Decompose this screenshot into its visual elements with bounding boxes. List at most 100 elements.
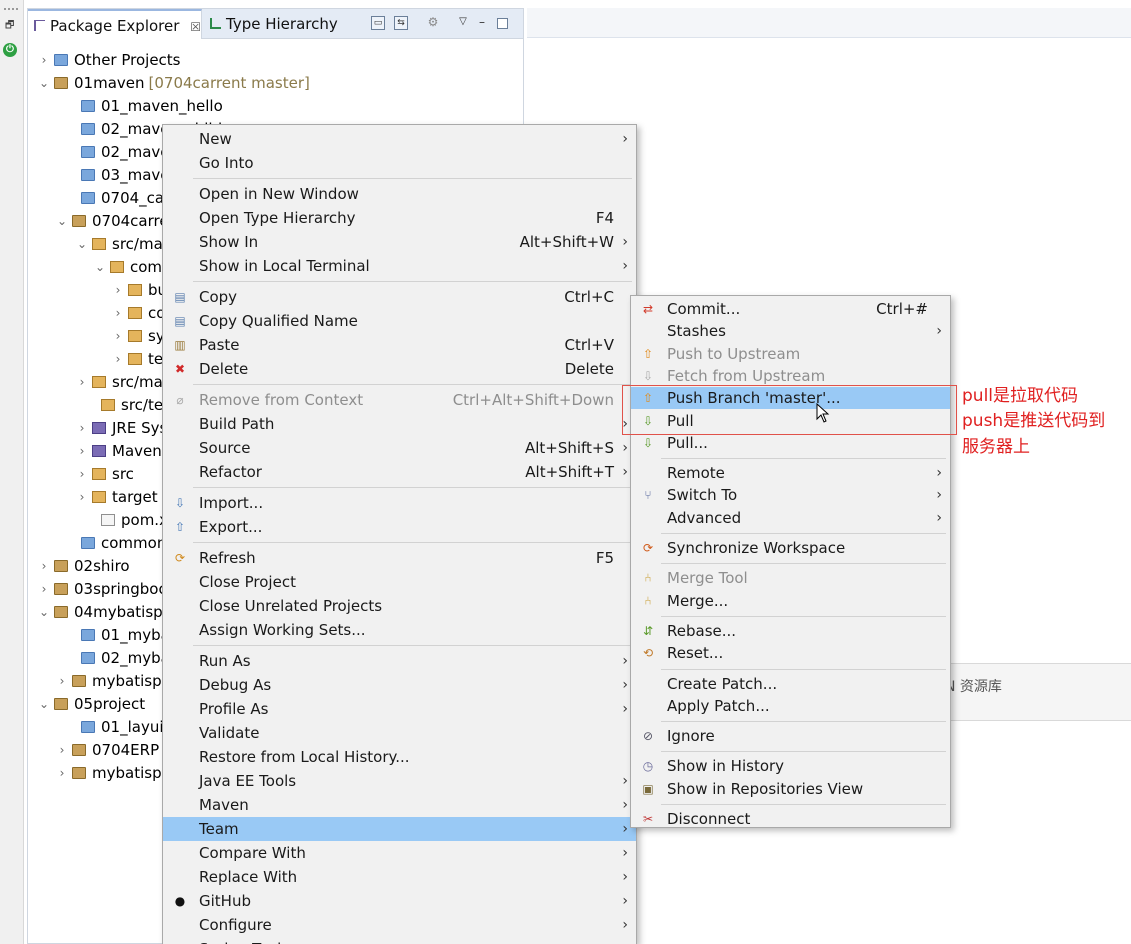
file-icon — [101, 514, 115, 526]
team-item-switch-to[interactable]: ⑂ Switch To › — [631, 484, 950, 506]
menu-item-validate[interactable]: Validate — [163, 721, 636, 745]
menu-item-refresh[interactable]: ⟳ Refresh F5 — [163, 546, 636, 570]
menu-item-profile-as[interactable]: Profile As › — [163, 697, 636, 721]
expand-twisty-icon[interactable]: › — [56, 762, 68, 784]
menu-item-assign-working-sets[interactable]: Assign Working Sets... — [163, 618, 636, 642]
menu-item-label: Spring Tools — [199, 937, 289, 944]
package-explorer-icon — [34, 20, 45, 31]
team-item-synchronize-workspace[interactable]: ⟳ Synchronize Workspace — [631, 537, 950, 559]
team-item-merge-tool[interactable]: ⑃ Merge Tool — [631, 567, 950, 589]
menu-item-source[interactable]: Source Alt+Shift+S › — [163, 436, 636, 460]
tab-type-hierarchy[interactable]: Type Hierarchy — [204, 9, 364, 39]
expand-twisty-icon[interactable]: › — [76, 440, 88, 462]
menu-item-java-ee-tools[interactable]: Java EE Tools › — [163, 769, 636, 793]
team-item-show-in-history[interactable]: ◷ Show in History — [631, 755, 950, 777]
expand-twisty-icon[interactable]: › — [56, 739, 68, 761]
expand-twisty-icon[interactable]: › — [112, 279, 124, 301]
team-item-disconnect[interactable]: ✂ Disconnect — [631, 808, 950, 830]
team-item-show-in-repositories-view[interactable]: ▣ Show in Repositories View — [631, 778, 950, 800]
team-item-rebase[interactable]: ⇵ Rebase... — [631, 620, 950, 642]
expand-twisty-icon[interactable]: ⌄ — [94, 256, 106, 278]
tab-package-explorer[interactable]: Package Explorer ☒ — [28, 9, 202, 39]
menu-item-paste[interactable]: ▥ Paste Ctrl+V — [163, 333, 636, 357]
expand-twisty-icon[interactable]: › — [38, 578, 50, 600]
team-item-create-patch[interactable]: Create Patch... — [631, 673, 950, 695]
maximize-icon[interactable] — [497, 18, 508, 29]
team-item-pull[interactable]: ⇩ Pull... — [631, 432, 950, 454]
menu-item-show-in-local-terminal[interactable]: Show in Local Terminal › — [163, 254, 636, 278]
minimize-icon[interactable]: – — [475, 16, 489, 30]
menu-item-open-type-hierarchy[interactable]: Open Type Hierarchy F4 — [163, 206, 636, 230]
team-item-reset[interactable]: ⟲ Reset... — [631, 642, 950, 664]
menu-item-go-into[interactable]: Go Into — [163, 151, 636, 175]
menu-item-github[interactable]: ● GitHub › — [163, 889, 636, 913]
expand-twisty-icon[interactable]: › — [38, 555, 50, 577]
menu-item-compare-with[interactable]: Compare With › — [163, 841, 636, 865]
expand-twisty-icon[interactable]: › — [56, 670, 68, 692]
svn-repository-tab[interactable]: N 资源库 — [945, 676, 1002, 696]
collapse-all-icon[interactable]: ▭ — [371, 16, 385, 30]
merge-icon: ⑃ — [644, 593, 652, 608]
menu-item-team[interactable]: Team › — [163, 817, 636, 841]
expand-twisty-icon[interactable]: ⌄ — [38, 693, 50, 715]
menu-item-close-unrelated-projects[interactable]: Close Unrelated Projects — [163, 594, 636, 618]
menu-item-close-project[interactable]: Close Project — [163, 570, 636, 594]
menu-item-replace-with[interactable]: Replace With › — [163, 865, 636, 889]
expand-twisty-icon[interactable]: › — [112, 348, 124, 370]
team-item-merge[interactable]: ⑃ Merge... — [631, 590, 950, 612]
menu-item-new[interactable]: New › — [163, 127, 636, 151]
menu-item-debug-as[interactable]: Debug As › — [163, 673, 636, 697]
team-item-commit[interactable]: ⇄ Commit... Ctrl+# — [631, 298, 950, 320]
menu-item-copy-qualified-name[interactable]: ▤ Copy Qualified Name — [163, 309, 636, 333]
team-item-stashes[interactable]: Stashes › — [631, 320, 950, 342]
menu-item-remove-from-context[interactable]: ⌀ Remove from Context Ctrl+Alt+Shift+Down — [163, 388, 636, 412]
team-item-advanced[interactable]: Advanced › — [631, 507, 950, 529]
expand-twisty-icon[interactable]: › — [76, 371, 88, 393]
team-item-push-to-upstream[interactable]: ⇧ Push to Upstream — [631, 343, 950, 365]
expand-twisty-icon[interactable]: › — [76, 417, 88, 439]
expand-twisty-icon[interactable]: ⌄ — [38, 72, 50, 94]
view-menu-icon[interactable]: ▽ — [456, 16, 470, 30]
expand-twisty-icon[interactable]: › — [76, 463, 88, 485]
menu-item-maven[interactable]: Maven › — [163, 793, 636, 817]
menu-item-open-in-new-window[interactable]: Open in New Window — [163, 182, 636, 206]
ignore-icon: ⊘ — [642, 729, 654, 744]
expand-twisty-icon[interactable]: ⌄ — [38, 601, 50, 623]
team-item-ignore[interactable]: ⊘ Ignore — [631, 725, 950, 747]
menu-item-spring-tools[interactable]: Spring Tools › — [163, 937, 636, 944]
menu-item-copy[interactable]: ▤ Copy Ctrl+C — [163, 285, 636, 309]
expand-twisty-icon[interactable]: › — [112, 325, 124, 347]
menu-item-show-in[interactable]: Show In Alt+Shift+W › — [163, 230, 636, 254]
restore-view-icon[interactable]: 🗗 — [5, 20, 16, 31]
menu-item-import[interactable]: ⇩ Import... — [163, 491, 636, 515]
menu-item-configure[interactable]: Configure › — [163, 913, 636, 937]
expand-twisty-icon[interactable]: › — [112, 302, 124, 324]
menu-item-label: New — [199, 130, 232, 148]
expand-twisty-icon[interactable]: ⌄ — [76, 233, 88, 255]
refresh-icon: ⟳ — [174, 551, 186, 565]
menu-item-run-as[interactable]: Run As › — [163, 649, 636, 673]
team-item-fetch-from-upstream[interactable]: ⇩ Fetch from Upstream — [631, 365, 950, 387]
tree-item-text: src/mai — [112, 373, 167, 391]
team-item-apply-patch[interactable]: Apply Patch... — [631, 695, 950, 717]
close-tab-icon[interactable]: ☒ — [190, 20, 201, 34]
filter-icon[interactable]: ⚙ — [426, 16, 440, 30]
menu-item-label: Source — [199, 439, 251, 457]
menu-item-build-path[interactable]: Build Path › — [163, 412, 636, 436]
expand-twisty-icon[interactable]: › — [38, 49, 50, 71]
menu-item-restore-from-local-history[interactable]: Restore from Local History... — [163, 745, 636, 769]
menu-item-export[interactable]: ⇧ Export... — [163, 515, 636, 539]
link-with-editor-icon[interactable]: ⇆ — [394, 16, 408, 30]
team-item-remote[interactable]: Remote › — [631, 462, 950, 484]
expand-twisty-icon[interactable]: › — [76, 486, 88, 508]
github-icon: ● — [174, 894, 186, 908]
server-status-icon[interactable]: ⏻ — [3, 43, 17, 57]
menu-item-delete[interactable]: ✖ Delete Delete — [163, 357, 636, 381]
remove-icon: ⌀ — [176, 393, 184, 407]
mouse-cursor-icon — [816, 403, 830, 423]
team-submenu: ⇄ Commit... Ctrl+# Stashes › ⇧ Push to Upstrea… — [630, 295, 951, 828]
toolbar-grip[interactable] — [4, 8, 18, 10]
expand-twisty-icon[interactable]: ⌄ — [56, 210, 68, 232]
tree-item-text: 02shiro — [74, 557, 130, 575]
menu-item-refactor[interactable]: Refactor Alt+Shift+T › — [163, 460, 636, 484]
